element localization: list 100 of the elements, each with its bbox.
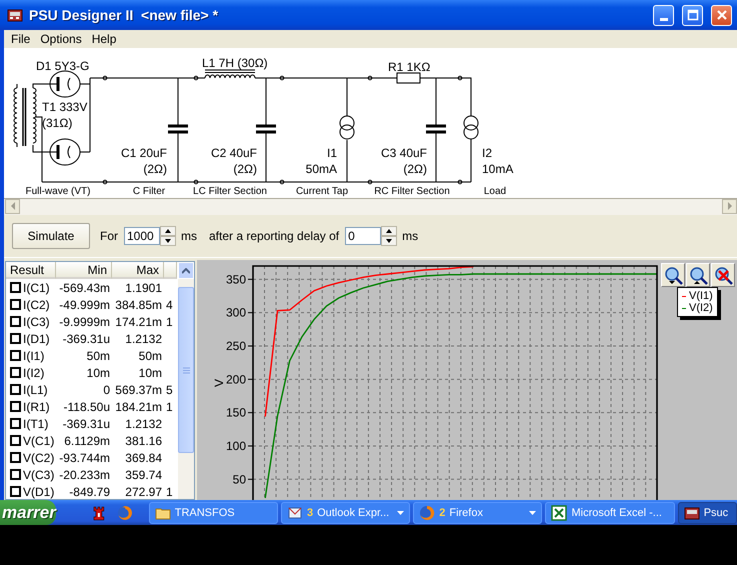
table-cell-text: 1	[165, 398, 174, 415]
checkbox[interactable]	[10, 299, 21, 310]
table-cell: I(C3)	[23, 314, 50, 328]
table-cell-text: 50m	[138, 348, 163, 364]
close-button[interactable]	[711, 4, 732, 26]
menu-item[interactable]: Options	[35, 32, 87, 46]
spreadsheet-icon	[551, 504, 568, 520]
taskbar-button[interactable]: 3 Outlook Expr...	[280, 502, 410, 524]
task-label: Psuc	[704, 506, 728, 518]
table-cell-text: -118.50u	[62, 398, 111, 415]
zoom-out-button[interactable]	[686, 263, 710, 287]
table-cell: I(C1)	[23, 280, 50, 294]
table-cell-text: 4	[165, 296, 174, 313]
component-label: T1 333V	[42, 100, 88, 114]
checkbox[interactable]	[10, 316, 21, 327]
checkbox[interactable]	[10, 418, 21, 429]
checkbox[interactable]	[10, 486, 21, 497]
simulate-button[interactable]: Simulate	[12, 222, 90, 249]
table-cell-text: -49.999m	[58, 296, 111, 313]
taskbar-button[interactable]: TRANSFOS	[148, 502, 278, 524]
checkbox[interactable]	[10, 350, 21, 361]
minimize-button[interactable]	[653, 4, 674, 26]
minimize-icon	[660, 18, 668, 20]
checkbox[interactable]	[10, 401, 21, 412]
menu-item[interactable]: Help	[86, 32, 122, 46]
table-cell-text: -569.43m	[58, 280, 111, 296]
checkbox[interactable]	[10, 452, 21, 463]
tick-label: 350	[226, 272, 246, 286]
component-label: 50mA	[306, 162, 337, 176]
reset-zoom-button[interactable]	[711, 263, 735, 287]
checkbox[interactable]	[10, 282, 21, 293]
component-label: D1 5Y3-G	[36, 58, 90, 73]
section-label: Load	[484, 186, 506, 197]
table-cell-text: 1.2132	[124, 416, 163, 432]
component-label: R1 1KΩ	[388, 60, 430, 74]
spin-up-button[interactable]	[381, 226, 398, 236]
device-icon	[7, 7, 23, 23]
window-title: PSU Designer II <new file> *	[29, 7, 220, 23]
table-cell-text: 50m	[86, 348, 111, 364]
table-cell-text: 272.97	[124, 484, 163, 499]
table-cell: I(D1)	[23, 332, 50, 346]
table-cell-text: 10m	[86, 364, 111, 381]
start-button[interactable]: marrer	[0, 500, 56, 525]
maximize-icon	[686, 9, 698, 21]
spin-up-button[interactable]	[160, 226, 176, 236]
up-arrow-icon	[386, 228, 392, 233]
tower-icon[interactable]	[91, 504, 107, 520]
table-cell: I(I2)	[23, 366, 44, 380]
component-label: 10mA	[482, 162, 514, 176]
checkbox[interactable]	[10, 469, 21, 480]
component-label: (2Ω)	[143, 162, 167, 176]
duration-field[interactable]: 1000	[124, 226, 160, 245]
component-label: C2 40uF	[210, 146, 257, 160]
delay-field[interactable]: 0	[345, 226, 382, 245]
scroll-thumb[interactable]	[178, 287, 194, 453]
taskbar-button[interactable]: Psuc	[678, 502, 737, 524]
checkbox[interactable]	[10, 384, 21, 395]
spin-down-button[interactable]	[160, 236, 176, 246]
browser-icon	[419, 504, 436, 520]
menu-item[interactable]: File	[6, 32, 36, 46]
mail-icon	[286, 504, 303, 520]
tick-label: 50	[232, 472, 246, 486]
table-cell-text: -369.31u	[62, 416, 111, 432]
column-header[interactable]: Min	[56, 262, 112, 279]
task-label: Microsoft Excel -...	[571, 506, 662, 518]
table-cell: V(D1)	[23, 484, 54, 498]
close-icon	[716, 9, 728, 21]
column-header[interactable]: Result	[6, 262, 56, 279]
table-cell-text: 1	[165, 314, 174, 330]
unit-label: ms	[181, 228, 197, 243]
table-cell-text: -849.79	[68, 484, 111, 499]
table-cell: I(C2)	[23, 298, 50, 312]
taskbar-button[interactable]: Microsoft Excel -...	[545, 502, 675, 524]
section-label: RC Filter Section	[374, 186, 450, 197]
task-label: TRANSFOS	[174, 506, 235, 518]
tick-label: 200	[226, 372, 246, 386]
component-label: L1 7H (30Ω)	[202, 56, 268, 70]
table-cell: I(T1)	[23, 416, 48, 430]
component-label: (2Ω)	[403, 162, 427, 176]
column-header[interactable]: Max	[112, 262, 164, 279]
task-label: Outlook Expr...	[317, 506, 390, 518]
maximize-button[interactable]	[682, 4, 703, 26]
table-cell-text: -20.233m	[58, 466, 111, 483]
zoom-in-button[interactable]	[661, 263, 685, 287]
spin-down-button[interactable]	[381, 236, 398, 246]
axis-label: V	[212, 379, 226, 387]
component-label: I1	[326, 146, 337, 160]
field-label: after a reporting delay of	[209, 228, 340, 243]
table-cell-text: 381.16	[124, 432, 163, 449]
magnifier-icon	[664, 266, 682, 284]
checkbox[interactable]	[10, 333, 21, 344]
checkbox[interactable]	[10, 367, 21, 378]
field-label: For	[100, 228, 118, 243]
checkbox[interactable]	[10, 435, 21, 446]
scroll-up-button[interactable]	[178, 262, 194, 279]
table-cell-text: 6.1129m	[63, 432, 111, 449]
tick-label: 100	[226, 438, 246, 453]
section-label: Full-wave (VT)	[26, 186, 90, 197]
component-label: C3 40uF	[380, 146, 427, 160]
taskbar-button[interactable]: 2 Firefox	[413, 502, 542, 524]
